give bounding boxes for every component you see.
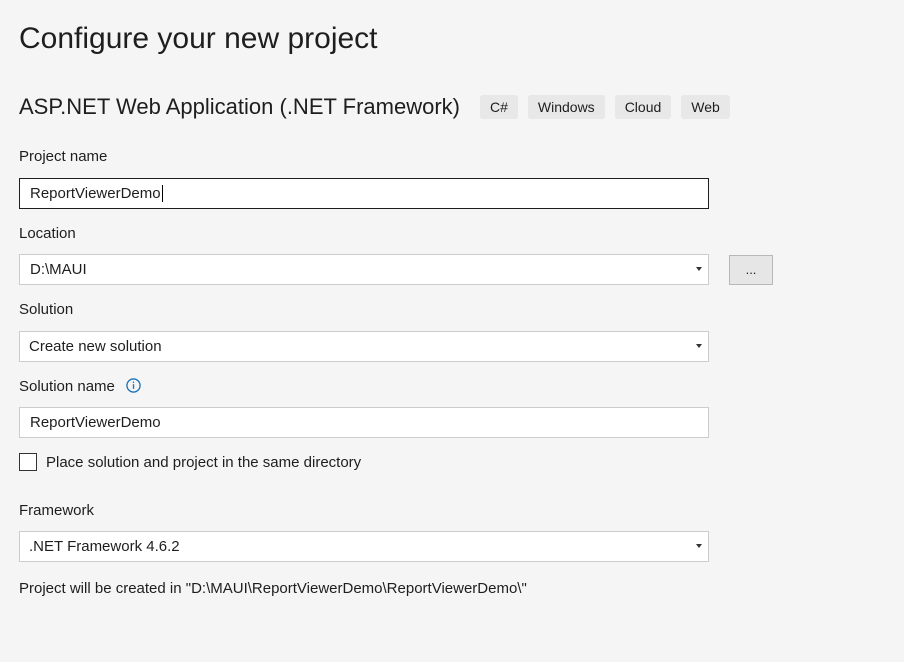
framework-value: .NET Framework 4.6.2 — [29, 538, 180, 555]
project-name-input[interactable]: ReportViewerDemo — [19, 178, 709, 209]
template-name: ASP.NET Web Application (.NET Framework) — [19, 94, 460, 119]
solution-dropdown[interactable]: Create new solution — [19, 331, 709, 362]
configure-project-page: Configure your new project ASP.NET Web A… — [0, 0, 904, 662]
project-path-summary: Project will be created in "D:\MAUI\Repo… — [19, 580, 527, 597]
template-header: ASP.NET Web Application (.NET Framework)… — [19, 92, 740, 122]
chevron-down-icon — [696, 544, 702, 548]
chevron-down-icon — [696, 344, 702, 348]
solution-name-label-row: Solution name — [19, 378, 141, 395]
location-value: D:\MAUI — [30, 261, 87, 278]
framework-label: Framework — [19, 502, 95, 519]
tag-cloud: Cloud — [614, 95, 672, 119]
tag-platform: Windows — [527, 95, 605, 119]
same-directory-option[interactable]: Place solution and project in the same d… — [19, 453, 361, 471]
solution-name-label: Solution name — [19, 378, 115, 395]
info-icon[interactable] — [126, 378, 141, 393]
chevron-down-icon[interactable] — [696, 267, 702, 271]
page-title: Configure your new project — [19, 22, 378, 55]
solution-label: Solution — [19, 301, 74, 318]
solution-name-value: ReportViewerDemo — [30, 414, 161, 431]
tag-language: C# — [479, 95, 518, 119]
same-directory-label[interactable]: Place solution and project in the same d… — [46, 454, 361, 471]
text-caret — [161, 185, 163, 202]
framework-dropdown[interactable]: .NET Framework 4.6.2 — [19, 531, 709, 562]
project-name-value: ReportViewerDemo — [30, 185, 161, 202]
same-directory-checkbox[interactable] — [19, 453, 37, 471]
location-combobox[interactable]: D:\MAUI — [19, 254, 709, 285]
solution-value: Create new solution — [29, 338, 162, 355]
project-name-label: Project name — [19, 148, 108, 165]
browse-button[interactable]: ... — [729, 255, 773, 285]
location-label: Location — [19, 225, 76, 242]
solution-name-input[interactable]: ReportViewerDemo — [19, 407, 709, 438]
tag-web: Web — [681, 95, 730, 119]
